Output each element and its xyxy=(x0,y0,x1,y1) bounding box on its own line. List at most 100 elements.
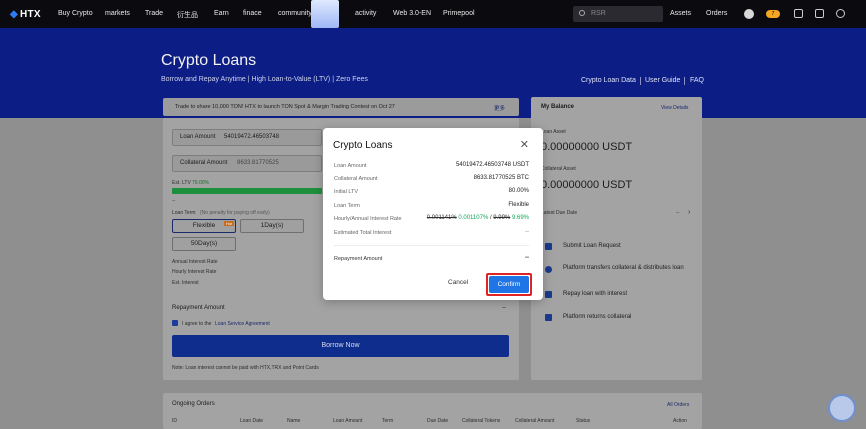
modal-initial-ltv-label: Initial LTV xyxy=(334,189,359,195)
nav-finace[interactable]: finace xyxy=(243,10,262,17)
loan-term-label: Loan Term xyxy=(172,210,196,216)
nav-activity[interactable]: activity xyxy=(355,10,376,17)
app-icon[interactable] xyxy=(815,9,824,18)
col-loan-date[interactable]: Loan Date xyxy=(240,418,263,424)
user-guide-link[interactable]: User Guide xyxy=(645,77,680,84)
modal-loan-amount-value: 54019472.46503748 USDT xyxy=(455,162,529,168)
modal-loan-term-value: Flexible xyxy=(508,202,529,208)
latest-due-value: -- xyxy=(676,210,680,216)
loan-asset-value: 0.00000000 USDT xyxy=(541,141,633,153)
crypto-loan-data-link[interactable]: Crypto Loan Data xyxy=(581,77,636,84)
modal-loan-term-label: Loan Term xyxy=(334,203,360,209)
step-3: Repay loan with interest xyxy=(563,291,628,297)
hourly-rate-label: Hourly Interest Rate xyxy=(172,269,217,275)
ltv-progress-bar xyxy=(172,188,322,194)
nav-community[interactable]: community xyxy=(278,10,312,17)
col-collateral-amount: Collateral Amount xyxy=(515,418,555,424)
new-hourly-rate: 0.001107% xyxy=(458,215,489,221)
ltv-dash: -- xyxy=(172,198,176,204)
cancel-button[interactable]: Cancel xyxy=(448,279,468,286)
nav-trade[interactable]: Trade xyxy=(145,10,163,17)
hot-tag: Hot xyxy=(224,221,235,226)
confirm-button[interactable]: Confirm xyxy=(489,276,529,293)
annual-rate-label: Annual Interest Rate xyxy=(172,259,218,265)
modal-rate-value: 0.001141% 0.001107% / 9.99% 9.69% xyxy=(427,215,529,221)
col-action: Action xyxy=(673,418,687,424)
step-4: Platform returns collateral xyxy=(563,314,632,320)
col-name[interactable]: Name xyxy=(287,418,300,424)
close-icon[interactable]: ✕ xyxy=(520,138,529,151)
modal-collateral-label: Collateral Amount xyxy=(334,176,378,182)
collateral-asset-value: 0.00000000 USDT xyxy=(541,179,633,191)
view-details-link[interactable]: View Details xyxy=(661,105,688,111)
modal-repayment-label: Repayment Amount xyxy=(334,256,383,262)
step-2: Platform transfers collateral & distribu… xyxy=(563,265,684,271)
faq-link[interactable]: FAQ xyxy=(690,77,704,84)
notification-badge[interactable]: 7 xyxy=(766,10,780,18)
modal-est-interest-label: Estimated Total Interest xyxy=(334,230,392,236)
chevron-right-icon[interactable]: › xyxy=(688,209,690,216)
nav-primepool[interactable]: Primepool xyxy=(443,10,475,17)
loan-agreement-link[interactable]: Loan Service Agreement xyxy=(215,321,270,327)
search-input[interactable]: RSR xyxy=(573,6,663,22)
nav-web3[interactable]: Web 3.0-EN xyxy=(393,10,431,17)
nav-derivatives[interactable]: 衍生品 xyxy=(177,10,198,20)
nav-assets[interactable]: Assets xyxy=(670,10,691,17)
support-avatar-icon[interactable] xyxy=(828,394,856,422)
collateral-amount-value: 8633.81770525 xyxy=(237,160,279,166)
agree-text: I agree to the xyxy=(182,321,212,327)
rate-separator: / xyxy=(489,215,492,221)
balance-title: My Balance xyxy=(541,104,575,110)
col-term: Term xyxy=(382,418,394,424)
page-title: Crypto Loans xyxy=(161,52,257,69)
new-annual-rate: 9.69% xyxy=(511,215,529,221)
borrow-now-button[interactable]: Borrow Now xyxy=(172,335,509,357)
col-collateral-tokens: Collateral Tokens xyxy=(462,418,501,424)
est-ltv-label: Est. LTV xyxy=(172,180,191,186)
repayment-label: Repayment Amount xyxy=(172,305,225,311)
nav-earn[interactable]: Earn xyxy=(214,10,229,17)
mascot-image[interactable] xyxy=(311,0,339,28)
est-ltv-value: 79.00% xyxy=(192,180,209,186)
repayment-value: -- xyxy=(502,305,506,311)
htx-logo[interactable]: ◆ HTX xyxy=(10,9,41,20)
modal-rate-label: Hourly/Annual Interest Rate xyxy=(334,216,402,222)
collateral-asset-label: Collateral Asset xyxy=(541,166,576,172)
agree-checkbox[interactable] xyxy=(172,320,178,326)
col-due-date[interactable]: Due Date xyxy=(427,418,448,424)
col-status: Status xyxy=(576,418,591,424)
search-icon xyxy=(579,10,585,16)
nav-orders[interactable]: Orders xyxy=(706,10,727,17)
old-hourly-rate: 0.001141% xyxy=(426,215,457,221)
balance-card xyxy=(531,97,702,380)
user-avatar-icon[interactable] xyxy=(744,9,754,19)
transfer-icon xyxy=(545,266,552,273)
modal-repayment-value: -- xyxy=(525,255,529,261)
link-divider xyxy=(684,77,685,85)
col-loan-amount[interactable]: Loan Amount xyxy=(333,418,362,424)
modal-collateral-value: 8633.81770525 BTC xyxy=(473,175,529,181)
loan-amount-label: Loan Amount xyxy=(180,134,216,140)
nav-markets[interactable]: markets xyxy=(105,10,130,17)
announcement-more-link[interactable]: 更多 xyxy=(494,104,505,112)
settings-icon[interactable] xyxy=(836,9,845,18)
return-collateral-icon xyxy=(545,314,552,321)
download-icon[interactable] xyxy=(794,9,803,18)
repay-icon xyxy=(545,291,552,298)
term-50day-button[interactable]: 50Day(s) xyxy=(172,237,236,251)
nav-buy-crypto[interactable]: Buy Crypto xyxy=(58,10,93,17)
all-orders-link[interactable]: All Orders xyxy=(667,402,689,408)
modal-divider xyxy=(334,245,529,246)
loan-amount-value: 54019472.46503748 xyxy=(224,134,280,140)
ongoing-orders-title: Ongoing Orders xyxy=(172,401,215,407)
modal-title: Crypto Loans xyxy=(333,140,393,151)
est-interest-label: Est. Interest xyxy=(172,280,199,286)
latest-due-label: Latest Due Date xyxy=(541,210,578,216)
announcement-text[interactable]: Trade to share 10,000 TON! HTX to launch… xyxy=(175,104,395,110)
col-id: ID xyxy=(172,418,177,424)
modal-initial-ltv-value: 80.00% xyxy=(508,188,529,194)
modal-loan-amount-label: Loan Amount xyxy=(334,163,367,169)
term-1day-button[interactable]: 1Day(s) xyxy=(240,219,304,233)
link-divider xyxy=(640,77,641,85)
old-annual-rate: 9.99% xyxy=(493,215,511,221)
